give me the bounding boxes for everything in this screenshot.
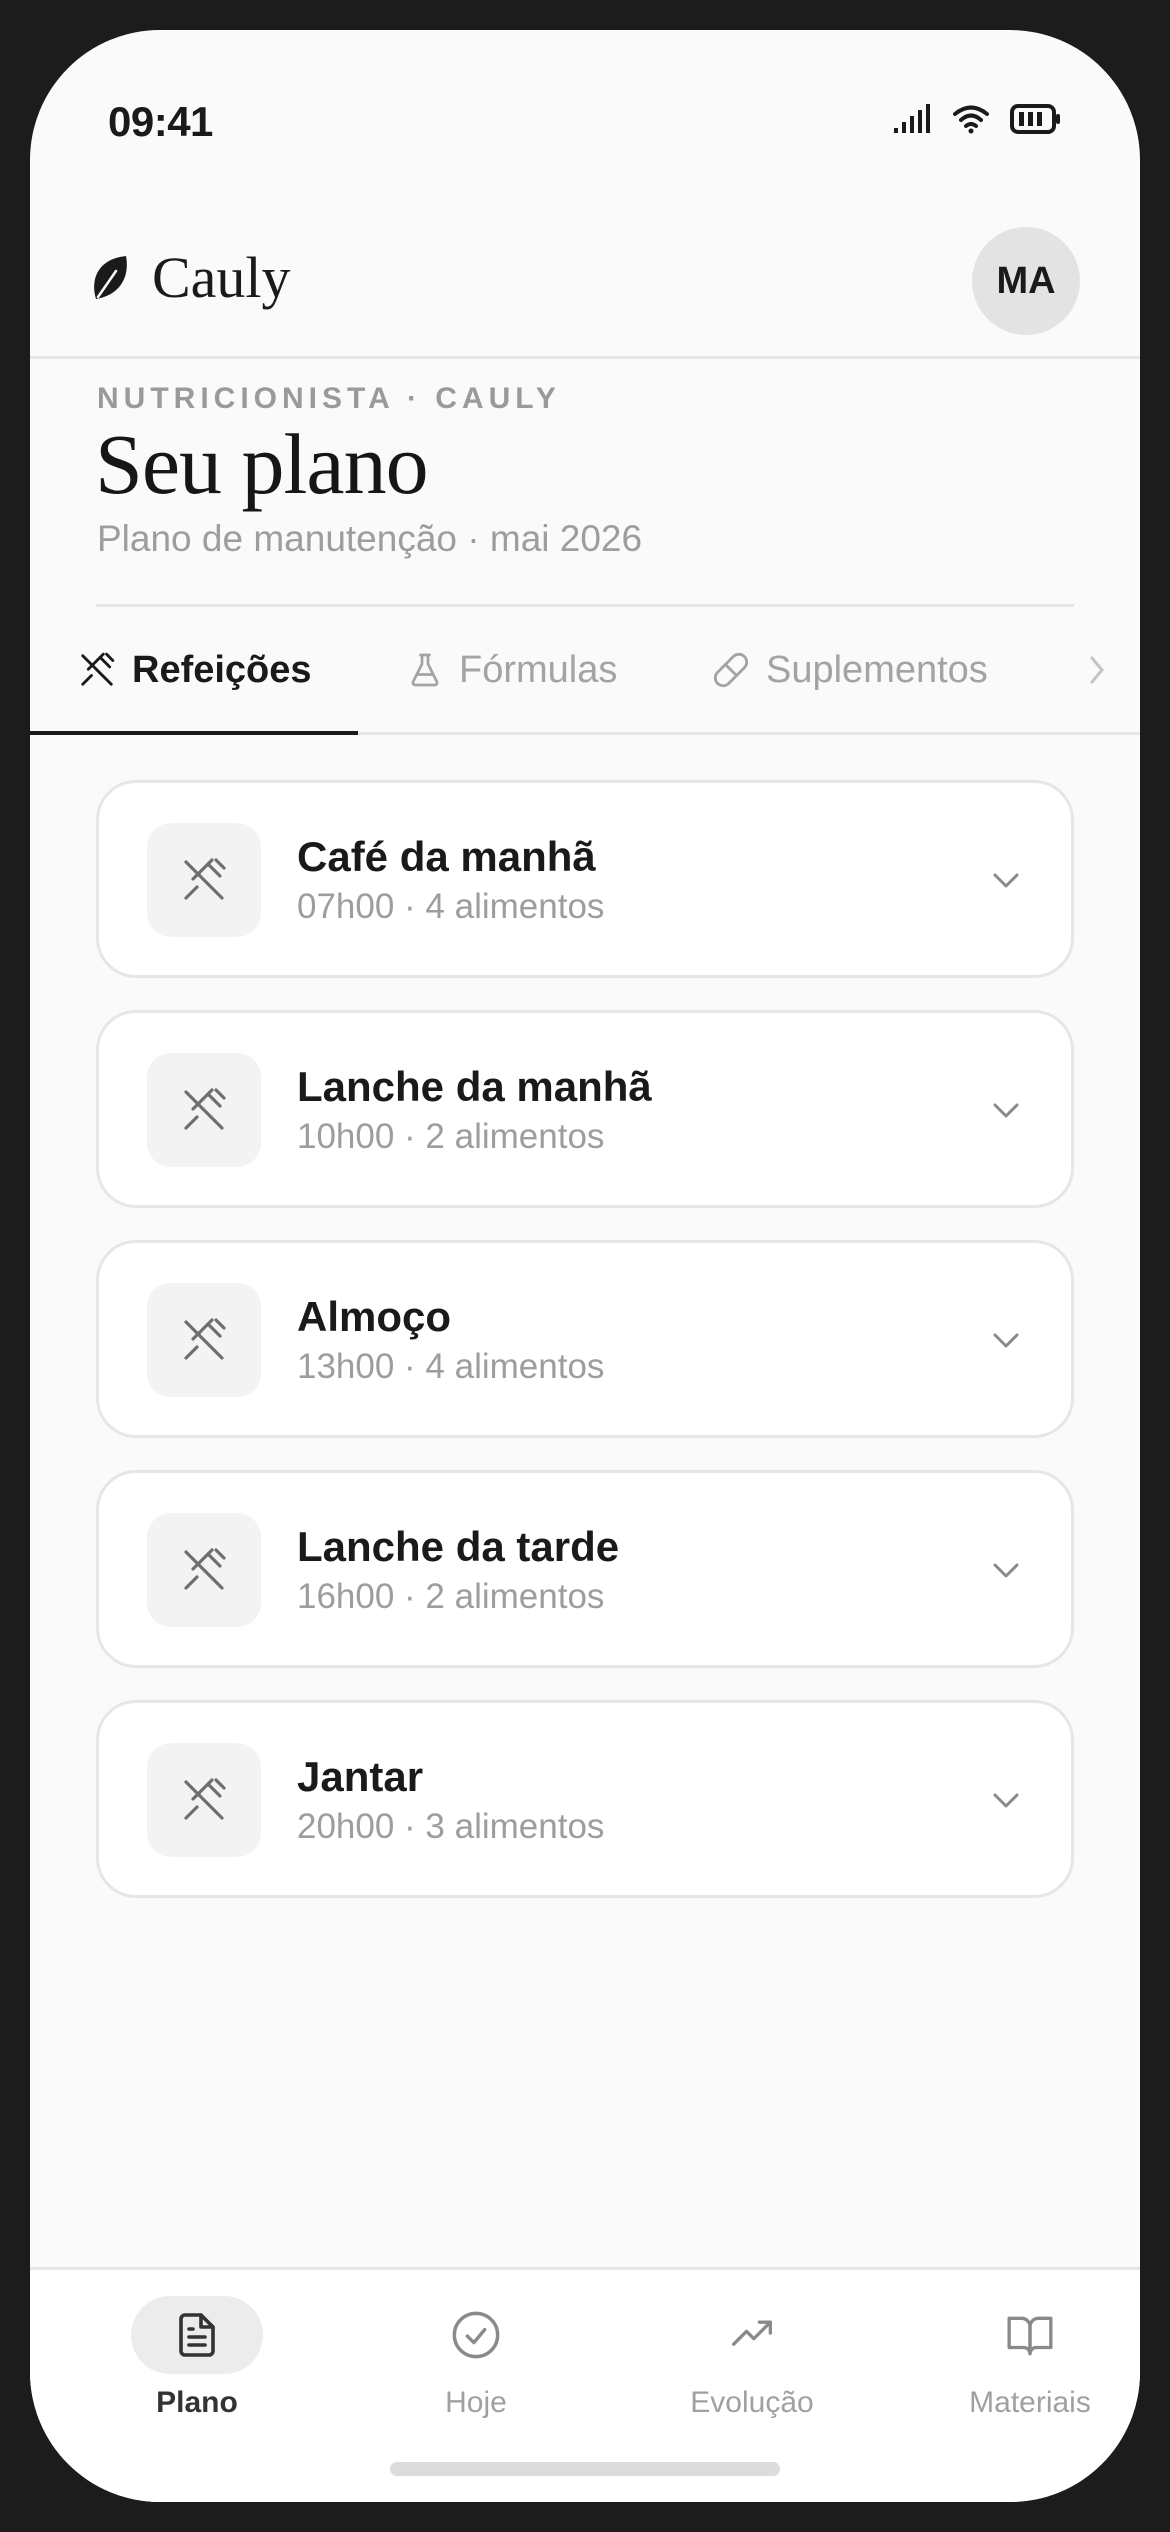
tab-scroll-more[interactable] [1084, 608, 1110, 732]
bottom-nav: Plano Hoje Evolução Materiais [30, 2267, 1140, 2502]
nav-icon-wrap [964, 2296, 1096, 2374]
nav-evolucao[interactable]: Evolução [642, 2296, 862, 2420]
tab-formulas[interactable]: Fórmulas [407, 608, 617, 732]
chevron-down-icon[interactable] [989, 863, 1023, 897]
nav-label: Materiais [969, 2386, 1091, 2419]
chevron-down-icon[interactable] [989, 1093, 1023, 1127]
pill-icon [713, 652, 749, 688]
utensils-crossed-icon [184, 858, 226, 900]
brand[interactable]: Cauly [90, 244, 291, 311]
chevron-down-icon[interactable] [989, 1323, 1023, 1357]
nav-label: Hoje [445, 2386, 507, 2419]
utensils-crossed-icon [81, 652, 115, 686]
page-subtitle: Plano de manutenção · mai 2026 [97, 518, 643, 559]
chevron-down-icon[interactable] [989, 1553, 1023, 1587]
tab-bar: Refeições Fórmulas Suplementos [30, 608, 1140, 735]
meal-name: Café da manhã [297, 833, 596, 880]
tab-refeicoes[interactable]: Refeições [78, 608, 312, 732]
meal-card-lanche-tarde[interactable]: Lanche da tarde 16h00 · 2 alimentos [96, 1470, 1074, 1668]
meal-meta: 07h00 · 4 alimentos [297, 887, 605, 926]
flask-icon [411, 653, 439, 687]
chevron-right-icon [1090, 656, 1104, 684]
utensils-crossed-icon [184, 1088, 226, 1130]
status-icons [892, 104, 1062, 134]
meal-icon-box [147, 1743, 261, 1857]
brand-name: Cauly [152, 245, 291, 310]
home-indicator[interactable] [390, 2462, 780, 2476]
meal-icon-box [147, 1053, 261, 1167]
leaf-icon [94, 255, 127, 299]
battery-icon [1010, 104, 1060, 134]
nav-icon-wrap [686, 2296, 818, 2374]
meal-card-lanche-manha[interactable]: Lanche da manhã 10h00 · 2 alimentos [96, 1010, 1074, 1208]
status-time: 09:41 [108, 98, 213, 145]
avatar[interactable]: MA [972, 227, 1080, 335]
meal-name: Lanche da tarde [297, 1523, 620, 1570]
heading-divider [96, 604, 1074, 607]
tab-label: Suplementos [766, 648, 988, 691]
page-eyebrow: NUTRICIONISTA · CAULY [97, 382, 561, 415]
nav-materiais[interactable]: Materiais [920, 2296, 1140, 2420]
trending-up-icon [732, 2320, 772, 2346]
meal-list: Café da manhã 07h00 · 4 alimentos Lanche… [96, 780, 1074, 1898]
meal-card-cafe[interactable]: Café da manhã 07h00 · 4 alimentos [96, 780, 1074, 978]
meal-meta: 10h00 · 2 alimentos [297, 1117, 605, 1156]
tab-label: Fórmulas [459, 648, 618, 691]
nav-hoje[interactable]: Hoje [366, 2296, 586, 2420]
meal-meta: 13h00 · 4 alimentos [297, 1347, 605, 1386]
utensils-crossed-icon [184, 1318, 226, 1360]
page-title: Seu plano [95, 416, 429, 512]
meal-icon-box [147, 1283, 261, 1397]
app-header: Cauly MA [30, 196, 1140, 359]
wifi-icon [953, 105, 989, 134]
check-circle-icon [452, 2311, 500, 2359]
meal-card-almoco[interactable]: Almoço 13h00 · 4 alimentos [96, 1240, 1074, 1438]
utensils-crossed-icon [184, 1548, 226, 1590]
meal-name: Almoço [297, 1293, 452, 1340]
utensils-crossed-icon [184, 1778, 226, 1820]
nav-icon-wrap [410, 2296, 542, 2374]
signal-icon [894, 104, 930, 133]
chevron-down-icon[interactable] [989, 1783, 1023, 1817]
meal-meta: 20h00 · 3 alimentos [297, 1807, 605, 1846]
active-tab-indicator [30, 731, 358, 735]
nav-icon-wrap [131, 2296, 263, 2374]
meal-meta: 16h00 · 2 alimentos [297, 1577, 605, 1616]
nav-plano[interactable]: Plano [87, 2296, 307, 2420]
document-icon [179, 2313, 215, 2357]
meal-icon-box [147, 1513, 261, 1627]
tab-suplementos[interactable]: Suplementos [712, 608, 988, 732]
nav-label: Plano [156, 2386, 238, 2419]
tab-label: Refeições [132, 648, 312, 691]
nav-label: Evolução [690, 2386, 814, 2419]
meal-name: Lanche da manhã [297, 1063, 652, 1110]
meal-name: Jantar [297, 1753, 424, 1800]
phone-screen: 09:41 Cauly MA NUTRICIONISTA · CAULY Seu… [30, 30, 1140, 2502]
meal-icon-box [147, 823, 261, 937]
meal-card-jantar[interactable]: Jantar 20h00 · 3 alimentos [96, 1700, 1074, 1898]
book-open-icon [1007, 2316, 1053, 2356]
